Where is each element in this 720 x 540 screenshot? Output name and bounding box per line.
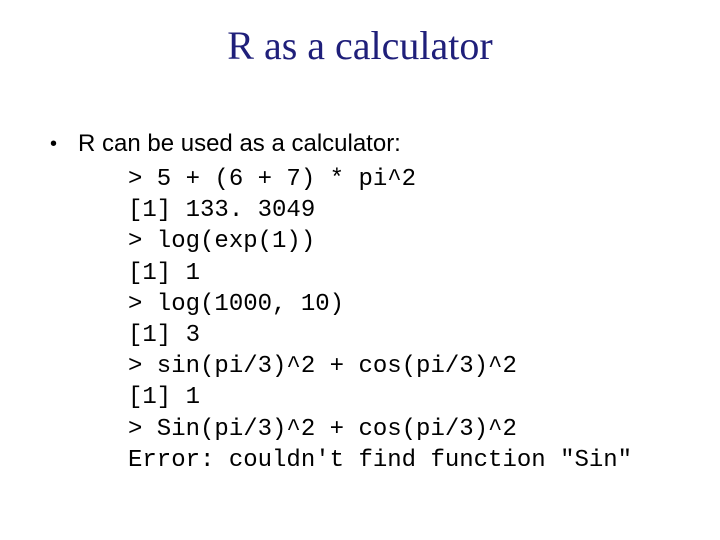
bullet-marker: •	[50, 128, 78, 160]
bullet-item: • R can be used as a calculator:	[50, 128, 670, 160]
code-line: Error: couldn't find function "Sin"	[128, 447, 632, 474]
slide-body: • R can be used as a calculator: > 5 + (…	[50, 128, 670, 476]
bullet-text: R can be used as a calculator:	[78, 128, 401, 159]
code-line: [1] 133. 3049	[128, 197, 315, 224]
code-line: > log(exp(1))	[128, 228, 315, 255]
code-block: > 5 + (6 + 7) * pi^2 [1] 133. 3049 > log…	[128, 164, 670, 476]
code-line: > log(1000, 10)	[128, 291, 344, 318]
code-line: > sin(pi/3)^2 + cos(pi/3)^2	[128, 353, 517, 380]
code-line: > Sin(pi/3)^2 + cos(pi/3)^2	[128, 416, 517, 443]
code-line: [1] 1	[128, 384, 200, 411]
slide-title: R as a calculator	[0, 22, 720, 69]
code-line: [1] 3	[128, 322, 200, 349]
code-line: [1] 1	[128, 260, 200, 287]
slide: R as a calculator • R can be used as a c…	[0, 0, 720, 540]
code-line: > 5 + (6 + 7) * pi^2	[128, 166, 416, 193]
